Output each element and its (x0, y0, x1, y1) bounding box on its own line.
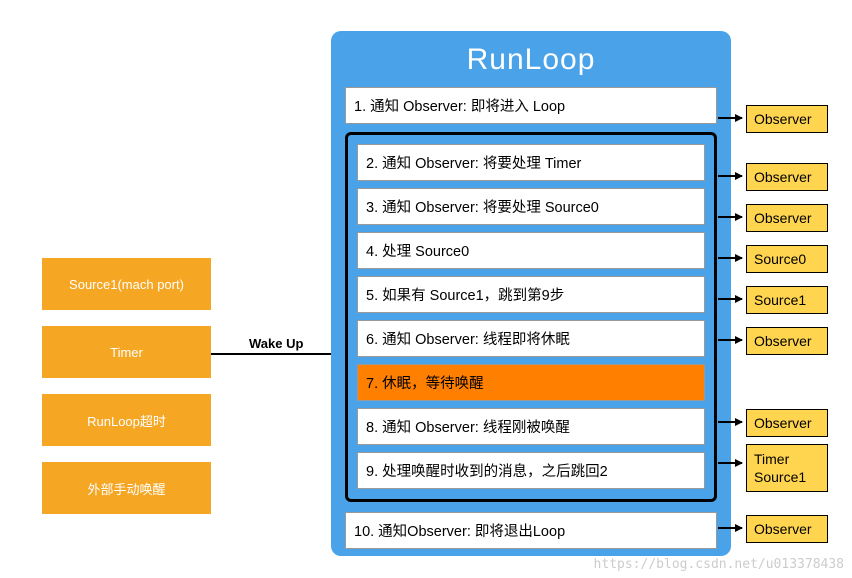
output-1: Observer (746, 105, 828, 133)
arrow-2 (718, 175, 742, 177)
wakeup-label: Wake Up (249, 336, 303, 351)
arrow-8 (718, 421, 742, 423)
loop-body: 2. 通知 Observer: 将要处理 Timer 3. 通知 Observe… (345, 132, 717, 502)
source-box-source1: Source1(mach port) (42, 258, 211, 310)
output-6: Observer (746, 327, 828, 355)
output-8: Observer (746, 409, 828, 437)
source-box-manual: 外部手动唤醒 (42, 462, 211, 514)
arrow-1 (718, 117, 742, 119)
arrow-4 (718, 257, 742, 259)
step-1: 1. 通知 Observer: 即将进入 Loop (345, 87, 717, 124)
source-box-timeout: RunLoop超时 (42, 394, 211, 446)
output-10: Observer (746, 515, 828, 543)
arrow-9 (718, 462, 742, 464)
arrow-3 (718, 216, 742, 218)
step-9: 9. 处理唤醒时收到的消息，之后跳回2 (357, 452, 705, 489)
step-8: 8. 通知 Observer: 线程刚被唤醒 (357, 408, 705, 445)
output-5: Source1 (746, 286, 828, 314)
step-6: 6. 通知 Observer: 线程即将休眠 (357, 320, 705, 357)
step-2: 2. 通知 Observer: 将要处理 Timer (357, 144, 705, 181)
arrow-5 (718, 298, 742, 300)
watermark: https://blog.csdn.net/u013378438 (594, 557, 844, 572)
step-4: 4. 处理 Source0 (357, 232, 705, 269)
source-box-timer: Timer (42, 326, 211, 378)
arrow-10 (718, 527, 742, 529)
runloop-panel: RunLoop 1. 通知 Observer: 即将进入 Loop 2. 通知 … (331, 31, 731, 556)
step-5: 5. 如果有 Source1，跳到第9步 (357, 276, 705, 313)
step-10: 10. 通知Observer: 即将退出Loop (345, 512, 717, 549)
output-2: Observer (746, 163, 828, 191)
arrow-6 (718, 339, 742, 341)
step-7: 7. 休眠，等待唤醒 (357, 364, 705, 401)
output-4: Source0 (746, 245, 828, 273)
runloop-title: RunLoop (345, 43, 717, 77)
step-3: 3. 通知 Observer: 将要处理 Source0 (357, 188, 705, 225)
output-3: Observer (746, 204, 828, 232)
wakeup-arrow (211, 353, 342, 355)
output-9: Timer Source1 (746, 444, 828, 492)
